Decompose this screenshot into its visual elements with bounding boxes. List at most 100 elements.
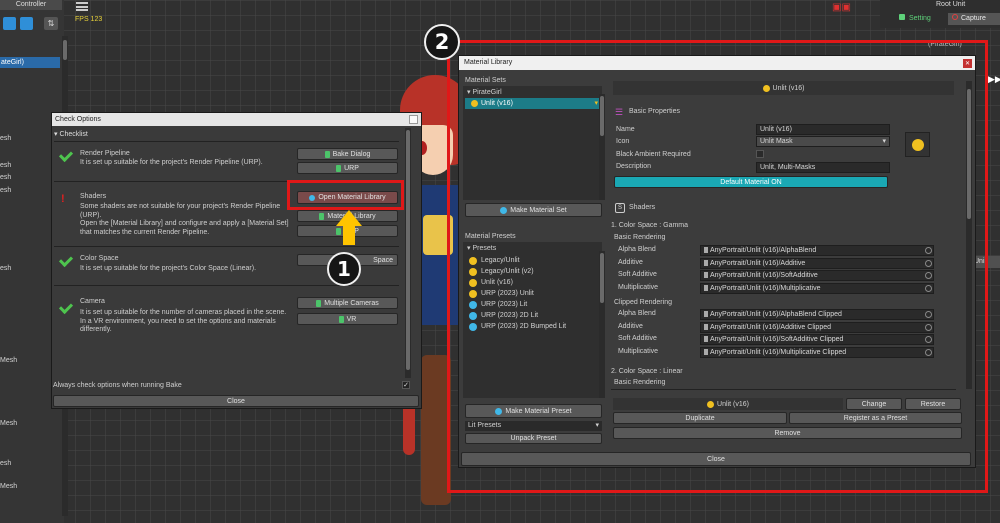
remove-button[interactable]: Remove — [613, 427, 962, 439]
controller-tab[interactable]: Controller — [0, 0, 62, 10]
shader-path: AnyPortrait/Unlit (v16)/Additive — [710, 259, 806, 267]
menu-icon[interactable] — [76, 2, 88, 11]
shader-row-label: Additive — [618, 258, 643, 266]
preset-item[interactable]: Legacy/Unlit (v2) — [469, 266, 534, 277]
bake-dialog-button[interactable]: Bake Dialog — [297, 148, 398, 160]
setting-tab[interactable]: Setting — [895, 13, 955, 25]
object-picker-icon[interactable] — [925, 348, 932, 356]
sort-icon[interactable]: ⇅ — [44, 17, 58, 30]
set-group-pirategirl[interactable]: ▾ PirateGirl — [467, 88, 502, 96]
window-close-icon[interactable] — [409, 115, 418, 124]
color-space-gamma: 1. Color Space : Gamma — [611, 222, 689, 229]
multiple-cameras-button[interactable]: Multiple Cameras — [297, 297, 398, 309]
preset-label: URP (2023) 2D Bumped Lit — [481, 323, 567, 330]
mesh-item[interactable]: esh — [0, 460, 11, 467]
shaders-title: Shaders — [80, 193, 107, 200]
toolbar-icon-1[interactable] — [3, 17, 16, 30]
urp-button[interactable]: URP — [297, 162, 398, 174]
presets-scrollbar[interactable] — [599, 251, 605, 398]
preset-label: Legacy/Unlit — [481, 257, 520, 264]
always-check-checkbox[interactable]: ✓ — [402, 381, 410, 389]
shader-asset-icon — [704, 272, 708, 279]
color-space-title: Color Space — [80, 255, 119, 262]
lit-presets-dropdown[interactable]: Lit Presets ▾ — [465, 421, 602, 431]
check-options-close-button[interactable]: Close — [53, 395, 419, 407]
shader-field[interactable]: AnyPortrait/Unlit (v16)/Multiplicative C… — [700, 346, 934, 358]
duplicate-button[interactable]: Duplicate — [613, 412, 787, 424]
mesh-item[interactable]: Mesh — [0, 483, 17, 490]
open-material-library-button[interactable]: Open Material Library — [297, 191, 398, 204]
always-check-label: Always check options when running Bake — [53, 382, 182, 389]
camera-title: Camera — [80, 298, 105, 305]
material-presets-list: ▾ Presets Legacy/Unlit Legacy/Unlit (v2) U… — [463, 242, 602, 398]
object-picker-icon[interactable] — [925, 284, 932, 292]
details-scrollbar[interactable] — [966, 81, 972, 389]
change-button[interactable]: Change — [846, 398, 902, 410]
mesh-item[interactable]: Mesh — [0, 420, 17, 427]
description-field[interactable]: Unlit, Multi-Masks — [756, 162, 890, 173]
basic-rendering-label: Basic Rendering — [614, 234, 666, 241]
preset-item[interactable]: URP (2023) 2D Lit — [469, 310, 538, 321]
object-picker-icon[interactable] — [925, 323, 932, 331]
object-picker-icon[interactable] — [925, 311, 932, 318]
sets-scrollbar[interactable] — [599, 94, 605, 200]
preset-item[interactable]: URP (2023) Unlit — [469, 288, 534, 299]
capture-tab[interactable]: Capture — [948, 13, 1000, 25]
register-preset-button[interactable]: Register as a Preset — [789, 412, 962, 424]
selected-material-set[interactable]: Unlit (v16) ▾ — [465, 98, 601, 109]
name-field[interactable]: Unlit (v16) — [756, 124, 890, 135]
vr-button[interactable]: VR — [297, 313, 398, 325]
preset-item[interactable]: URP (2023) 2D Bumped Lit — [469, 321, 566, 332]
object-picker-icon[interactable] — [925, 259, 932, 267]
mesh-item[interactable]: esh — [0, 187, 11, 194]
preset-icon — [469, 256, 477, 265]
mesh-item[interactable]: esh — [0, 135, 11, 142]
unpack-preset-button[interactable]: Unpack Preset — [465, 433, 602, 444]
shader-asset-icon — [704, 284, 708, 291]
object-picker-icon[interactable] — [925, 272, 932, 279]
preset-item[interactable]: Legacy/Unlit — [469, 255, 520, 266]
mesh-item[interactable]: esh — [0, 162, 11, 169]
detail-header: Unlit (v16) — [613, 81, 954, 95]
checklist-header[interactable]: ▾ Checklist — [54, 130, 88, 138]
shader-field[interactable]: AnyPortrait/Unlit (v16)/AlphaBlend Clipp… — [700, 309, 934, 320]
presets-group[interactable]: ▾ Presets — [467, 244, 496, 252]
shader-field[interactable]: AnyPortrait/Unlit (v16)/Additive — [700, 257, 934, 269]
black-ambient-checkbox[interactable] — [756, 150, 764, 158]
shader-field[interactable]: AnyPortrait/Unlit (v16)/Multiplicative — [700, 282, 934, 294]
shader-field[interactable]: AnyPortrait/Unlit (v16)/SoftAdditive — [700, 270, 934, 281]
side-unit-tab[interactable]: Uni — [972, 256, 1000, 268]
description-label: Description — [616, 163, 652, 170]
preset-item[interactable]: Unlit (v16) — [469, 277, 513, 288]
shader-path: AnyPortrait/Unlit (v16)/SoftAdditive — [710, 272, 818, 279]
restore-button[interactable]: Restore — [905, 398, 961, 410]
shader-field[interactable]: AnyPortrait/Unlit (v16)/AlphaBlend — [700, 245, 934, 256]
object-picker-icon[interactable] — [925, 336, 932, 343]
toolbar-icon-2[interactable] — [20, 17, 33, 30]
icon-dropdown[interactable]: Unlit Mask ▾ — [756, 136, 890, 147]
shader-field[interactable]: AnyPortrait/Unlit (v16)/SoftAdditive Cli… — [700, 334, 934, 345]
icon-label: Icon — [616, 138, 630, 145]
check-mark-icon — [58, 299, 74, 315]
shader-path: AnyPortrait/Unlit (v16)/AlphaBlend — [710, 247, 817, 254]
default-material-button[interactable]: Default Material ON — [614, 176, 888, 188]
checklist-scrollbar[interactable] — [405, 128, 411, 378]
mesh-item[interactable]: esh — [0, 174, 11, 181]
mesh-item[interactable]: Mesh — [0, 357, 17, 364]
preset-label: Legacy/Unlit (v2) — [481, 268, 534, 275]
red-gizmo-icons[interactable]: ▣▣ — [832, 2, 856, 14]
mesh-item[interactable]: esh — [0, 265, 11, 272]
play-icon[interactable]: ▶▶ — [988, 74, 1000, 85]
pirategirl-label: (PirateGirl) — [928, 41, 962, 48]
object-picker-icon[interactable] — [925, 247, 932, 254]
selected-hierarchy-item[interactable]: ateGirl) — [0, 57, 60, 68]
make-material-set-button[interactable]: Make Material Set — [465, 203, 602, 217]
preset-item[interactable]: URP (2023) Lit — [469, 299, 527, 310]
shader-field[interactable]: AnyPortrait/Unlit (v16)/Additive Clipped — [700, 321, 934, 333]
shader-asset-icon — [704, 323, 708, 330]
make-material-preset-button[interactable]: Make Material Preset — [465, 404, 602, 418]
material-library-close-button[interactable]: Close — [461, 452, 971, 466]
preset-label: URP (2023) 2D Lit — [481, 312, 539, 319]
color-space-linear: 2. Color Space : Linear — [611, 368, 683, 375]
material-library-close-icon[interactable]: ✕ — [963, 59, 972, 68]
